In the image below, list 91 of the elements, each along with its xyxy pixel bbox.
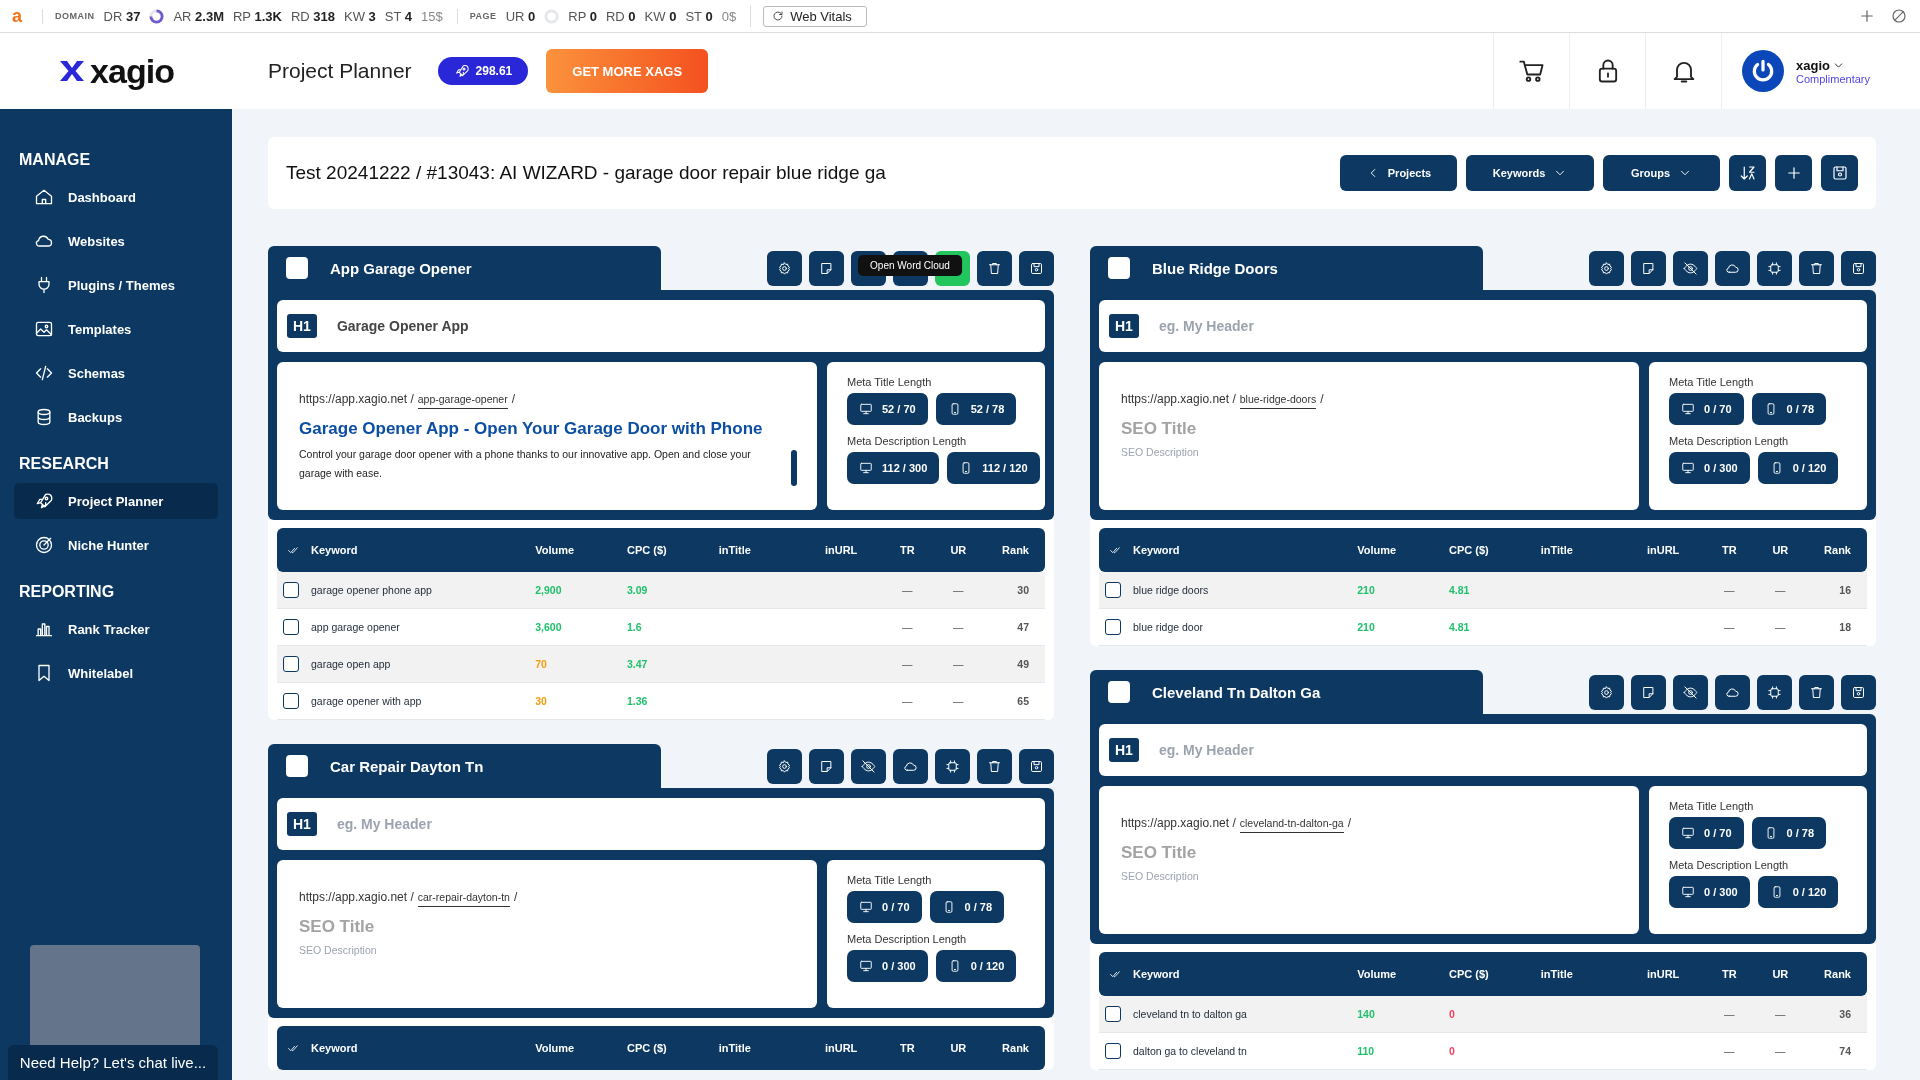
url-slash: / [1320, 392, 1324, 406]
metric: KW 0 [644, 8, 677, 24]
volume-cell-text: 210 [1357, 621, 1376, 633]
cpc-cell-text: 1.6 [627, 621, 643, 633]
h1-badge: H1 [287, 812, 317, 836]
metric: RD 0 [605, 8, 636, 24]
cpc-cell-text: 1.36 [627, 695, 649, 707]
sidebar-heading: MANAGE [18, 151, 92, 169]
balance-badge: 298.61 [437, 57, 529, 85]
url-slash: / [513, 890, 518, 904]
cpc-cell-text: 0 [1449, 1045, 1456, 1057]
metric: RD 318 [290, 8, 335, 24]
keyword-cell-text: garage opener with app [311, 695, 423, 707]
ur-cell-text: — [952, 621, 965, 633]
meta-label: Meta Title Length [1669, 800, 1755, 812]
volume-cell-text: 30 [535, 695, 548, 707]
tr-cell-text: — [901, 584, 914, 596]
ur-cell-text: — [952, 658, 965, 670]
cpc-cell-text: 4.81 [1449, 584, 1471, 596]
cpc-cell-text: 0 [1449, 1008, 1456, 1020]
metric-cost: 0$ [721, 8, 737, 24]
metric: AR 2.3M [173, 8, 224, 24]
rank-cell-text: 16 [1838, 584, 1852, 596]
meta-label: Meta Description Length [847, 435, 968, 447]
rank-cell-text: 36 [1838, 1008, 1852, 1020]
volume-cell-text: 70 [535, 658, 548, 670]
preview-url: https://app.xagio.net / [299, 392, 414, 406]
keyword-cell-text: garage opener phone app [311, 584, 433, 596]
ur-cell-text: — [952, 695, 965, 707]
project-title: Test 20241222 / #13043: AI WIZARD - garage door repair blue ridge ga [286, 162, 886, 184]
tr-cell-text: — [901, 695, 914, 707]
meta-label: Meta Description Length [1669, 859, 1790, 871]
rank-cell-text: 74 [1838, 1045, 1852, 1057]
tr-cell-text: — [1723, 1045, 1736, 1057]
volume-cell-text: 210 [1357, 584, 1376, 596]
keyword-cell-text: blue ridge door [1133, 621, 1205, 633]
metric: ST 0 [685, 8, 713, 24]
keyword-cell-text: garage open app [311, 658, 392, 670]
metric-cost: 15$ [421, 8, 443, 24]
cpc-cell-text: 3.47 [627, 658, 649, 670]
rank-cell-text: 65 [1016, 695, 1030, 707]
volume-cell-text: 110 [1357, 1045, 1376, 1057]
metric: KW 3 [344, 8, 376, 24]
page-title: Project Planner [268, 59, 412, 83]
rank-cell-text: 18 [1838, 621, 1852, 633]
ur-cell-text: — [1774, 584, 1787, 596]
metric: RP 0 [568, 8, 597, 24]
volume-cell-text: 140 [1357, 1008, 1376, 1020]
url-slash: / [1347, 816, 1351, 830]
section-label: DOMAIN [55, 11, 95, 21]
rank-cell-text: 49 [1016, 658, 1030, 670]
preview-url: https://app.xagio.net / [1121, 816, 1236, 830]
preview-url: https://app.xagio.net / [1121, 392, 1236, 406]
tr-cell-text: — [901, 621, 914, 633]
user-plan: Complimentary [1796, 72, 1870, 85]
metric: UR 0 [505, 8, 536, 24]
volume-cell-text: 3,600 [535, 621, 563, 633]
keyword-cell-text: app garage opener [311, 621, 401, 633]
meta-label: Meta Title Length [847, 376, 933, 388]
meta-label: Meta Description Length [1669, 435, 1790, 447]
keyword-cell-text: dalton ga to cleveland tn [1133, 1045, 1248, 1057]
tr-cell-text: — [1723, 621, 1736, 633]
meta-label: Meta Description Length [847, 933, 968, 945]
tr-cell-text: — [1723, 1008, 1736, 1020]
metric: RP 1.3K [233, 8, 282, 24]
ur-cell-text: — [1774, 621, 1787, 633]
keyword-cell-text: cleveland tn to dalton ga [1133, 1008, 1248, 1020]
rank-cell-text: 30 [1016, 584, 1030, 596]
ur-cell-text: — [1774, 1008, 1787, 1020]
sidebar-heading: REPORTING [18, 583, 116, 601]
h1-badge: H1 [1109, 314, 1139, 338]
cpc-cell-text: 3.09 [627, 584, 649, 596]
cpc-cell-text: 4.81 [1449, 621, 1471, 633]
section-label: PAGE [469, 11, 497, 21]
keyword-cell-text: blue ridge doors [1133, 584, 1210, 596]
tooltip: Open Word Cloud [858, 255, 962, 276]
tr-cell-text: — [901, 658, 914, 670]
tr-cell-text: — [1723, 584, 1736, 596]
ur-cell-text: — [952, 584, 965, 596]
rank-cell-text: 47 [1016, 621, 1030, 633]
metric: DR 37 [103, 8, 141, 24]
sidebar-heading: RESEARCH [18, 455, 110, 473]
volume-cell-text: 2,900 [535, 584, 563, 596]
ur-cell-text: — [1774, 1045, 1787, 1057]
preview-url: https://app.xagio.net / [299, 890, 414, 904]
h1-badge: H1 [287, 314, 317, 338]
url-slash: / [511, 392, 515, 406]
meta-label: Meta Title Length [1669, 376, 1755, 388]
metric: ST 4 [384, 8, 413, 24]
meta-label: Meta Title Length [847, 874, 933, 886]
h1-badge: H1 [1109, 738, 1139, 762]
